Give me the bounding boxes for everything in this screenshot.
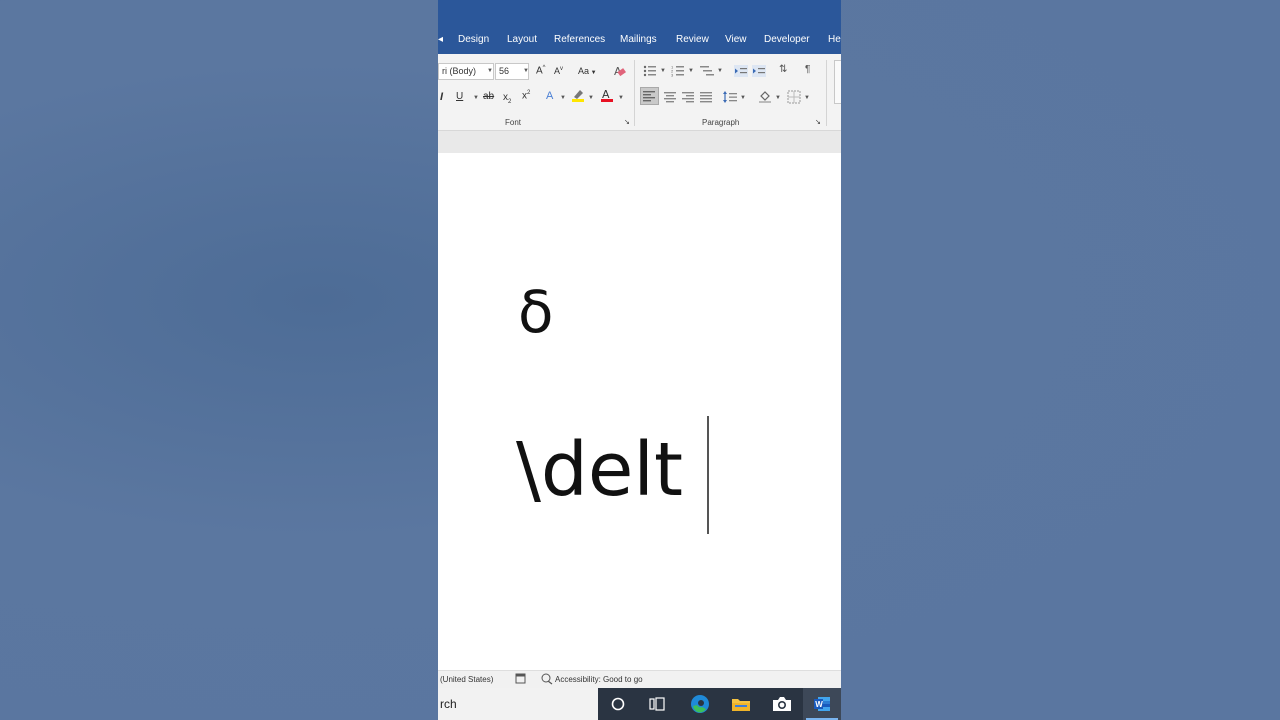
shading-icon[interactable] [758,89,772,103]
italic-icon[interactable]: I [440,91,443,103]
font-color-icon[interactable]: A [600,88,614,102]
change-case-label: Aa [578,66,590,76]
group-separator [634,60,635,126]
text-effects-icon[interactable]: A [546,90,553,102]
align-center-icon[interactable] [663,90,677,104]
subscript-icon[interactable]: x2 [503,92,511,105]
word-app-icon: W [814,697,830,711]
font-name-dropdown-icon[interactable]: ▼ [487,68,493,74]
superscript-icon[interactable]: x2 [522,90,530,101]
bullets-icon[interactable] [643,64,657,78]
ribbon-tab-bar: ◂ Design Layout References Mailings Revi… [438,0,841,54]
taskbar-search-box[interactable]: rch [438,688,598,720]
font-size-dropdown-icon[interactable]: ▼ [523,68,529,74]
document-line-typed-command: \delt [516,427,684,513]
word-taskbar-button[interactable]: W [803,688,841,720]
styles-gallery-partial[interactable] [834,60,841,104]
accessibility-status[interactable]: Accessibility: Good to go [555,675,643,684]
font-size-value: 56 [499,66,510,76]
font-group-label: Font [505,118,522,127]
align-left-button[interactable] [640,87,659,105]
font-name-value: ri (Body) [442,66,477,76]
change-case-button[interactable]: Aa ▼ [578,66,597,76]
group-separator-2 [826,60,827,126]
tab-developer[interactable]: Developer [764,34,810,45]
highlight-dropdown-icon[interactable]: ▼ [588,95,594,101]
increase-indent-icon[interactable] [752,64,766,78]
decrease-indent-icon[interactable] [734,64,748,78]
tab-design-partial-edge: ◂ [438,34,444,45]
text-cursor [707,416,709,534]
language-status[interactable]: (United States) [440,675,493,684]
tab-help[interactable]: He [828,34,841,45]
text-effects-dropdown-icon[interactable]: ▼ [560,95,566,101]
tab-layout[interactable]: Layout [507,34,537,45]
show-formatting-marks-icon[interactable]: ¶ [805,64,810,75]
font-name-box[interactable]: ri (Body) [438,63,494,80]
line-spacing-dropdown-icon[interactable]: ▼ [740,95,746,101]
tab-review[interactable]: Review [676,34,709,45]
svg-text:3: 3 [671,73,674,78]
tab-view[interactable]: View [725,34,747,45]
status-bar: (United States) Accessibility: Good to g… [438,670,841,689]
underline-icon[interactable]: U [456,91,463,102]
accessibility-icon[interactable] [541,673,553,685]
tab-design[interactable]: Design [458,34,489,45]
paragraph-group-label: Paragraph [702,118,740,127]
file-explorer-taskbar-button[interactable] [721,688,761,720]
edge-taskbar-button[interactable] [680,688,720,720]
align-right-icon[interactable] [681,90,695,104]
taskbar-search-text: rch [440,697,457,711]
multilevel-dropdown-icon[interactable]: ▼ [717,68,723,74]
folder-icon [732,699,750,711]
svg-text:W: W [815,700,823,709]
numbering-dropdown-icon[interactable]: ▼ [688,68,694,74]
windows-taskbar: rch W [438,688,841,720]
shading-dropdown-icon[interactable]: ▼ [775,95,781,101]
font-dialog-launcher-icon[interactable]: ↘ [624,118,630,126]
task-view-button[interactable] [637,688,677,720]
align-left-icon [643,91,655,102]
font-color-dropdown-icon[interactable]: ▼ [618,95,624,101]
camera-icon [773,697,791,711]
cortana-circle-icon [611,697,625,711]
ribbon-document-gap [438,131,841,153]
camera-taskbar-button[interactable] [762,688,802,720]
proofing-icon[interactable] [515,673,526,684]
document-line-delta: δ [518,278,554,346]
sort-icon[interactable]: ⇅ [779,64,787,75]
bullets-dropdown-icon[interactable]: ▼ [660,68,666,74]
borders-icon[interactable] [787,90,801,104]
borders-dropdown-icon[interactable]: ▼ [804,95,810,101]
justify-icon[interactable] [699,90,713,104]
line-spacing-icon[interactable] [723,90,737,104]
grow-font-icon[interactable]: A^ [536,65,546,76]
edge-browser-icon [691,695,709,713]
paragraph-dialog-launcher-icon[interactable]: ↘ [815,118,821,126]
shrink-font-icon[interactable]: Av [554,66,563,76]
task-view-icon [649,697,665,711]
clear-formatting-icon[interactable]: A [612,64,626,78]
underline-dropdown-icon[interactable]: ▼ [473,95,479,101]
cortana-button[interactable] [598,688,638,720]
highlight-color-icon[interactable] [571,88,585,102]
word-window: ◂ Design Layout References Mailings Revi… [438,0,841,720]
multilevel-list-icon[interactable] [700,64,714,78]
document-page[interactable]: δ \delt [438,153,841,670]
strikethrough-icon[interactable]: ab [483,91,494,102]
tab-references[interactable]: References [554,34,605,45]
numbering-icon[interactable]: 1 2 3 [671,64,685,78]
tab-mailings[interactable]: Mailings [620,34,657,45]
